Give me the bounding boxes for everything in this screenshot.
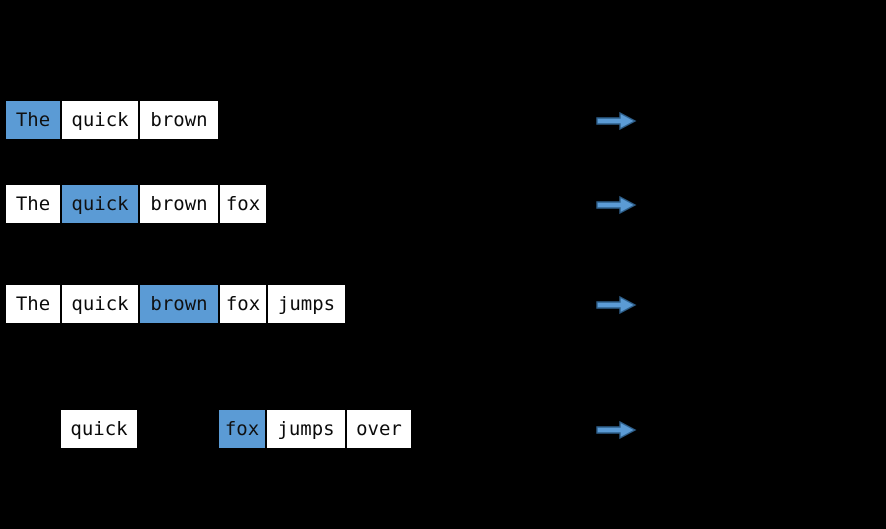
token-cell[interactable]: The — [6, 185, 60, 223]
arrow-right-icon-4 — [596, 420, 637, 440]
token-cell[interactable]: over — [347, 410, 411, 448]
token-cell-highlighted[interactable]: quick — [62, 185, 138, 223]
token-cell[interactable]: jumps — [268, 285, 345, 323]
token-cell[interactable]: quick — [61, 410, 137, 448]
token-cell[interactable]: fox — [220, 185, 266, 223]
token-cell[interactable]: quick — [62, 101, 138, 139]
token-cell[interactable]: The — [6, 285, 60, 323]
token-cell[interactable]: quick — [62, 285, 138, 323]
token-cell[interactable]: brown — [140, 101, 218, 139]
arrow-right-glyph — [596, 111, 637, 131]
arrow-right-icon-3 — [596, 295, 637, 315]
token-cell[interactable]: fox — [220, 285, 266, 323]
token-cell-highlighted[interactable]: brown — [140, 285, 218, 323]
arrow-right-icon-2 — [596, 195, 637, 215]
arrow-right-glyph — [596, 295, 637, 315]
arrow-right-icon-1 — [596, 111, 637, 131]
arrow-right-glyph — [596, 420, 637, 440]
arrow-right-glyph — [596, 195, 637, 215]
diagram-canvas: The quick brown The quick brown fox The quick bro… — [0, 0, 886, 529]
token-cell[interactable]: jumps — [267, 410, 345, 448]
token-cell[interactable]: brown — [140, 185, 218, 223]
token-cell-highlighted[interactable]: fox — [219, 410, 265, 448]
token-cell-highlighted[interactable]: The — [6, 101, 60, 139]
